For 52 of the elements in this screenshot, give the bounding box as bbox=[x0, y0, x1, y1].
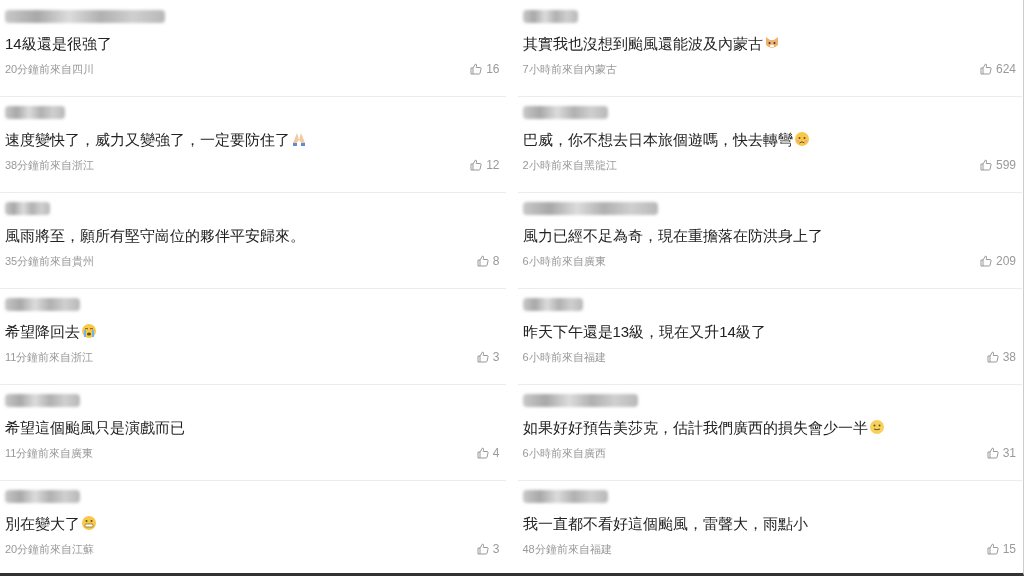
comment-text: 別在變大了 bbox=[5, 515, 80, 532]
comment-meta: 2小時前來自黑龍江 bbox=[522, 157, 617, 173]
comment-meta: 48分鐘前來自福建 bbox=[522, 541, 612, 557]
comment-meta: 6小時前來自廣東 bbox=[522, 253, 606, 269]
blurred-username bbox=[5, 106, 65, 119]
like-button[interactable]: 12 bbox=[470, 156, 500, 174]
thumbs-up-icon bbox=[476, 543, 489, 555]
comment-text: 巴威，你不想去日本旅個遊嗎，快去轉彎 bbox=[522, 131, 793, 148]
blurred-username bbox=[522, 298, 583, 311]
comment-meta: 38分鐘前來自浙江 bbox=[5, 157, 95, 173]
comment-text: 昨天下午還是13級，現在又升14級了 bbox=[522, 323, 766, 340]
thumbs-up-icon bbox=[979, 159, 992, 171]
thumbs-up-icon bbox=[979, 255, 992, 267]
like-button[interactable]: 3 bbox=[476, 540, 500, 558]
comment-meta: 35分鐘前來自貴州 bbox=[5, 253, 95, 269]
like-button[interactable]: 31 bbox=[986, 444, 1016, 462]
comment-text: 希望降回去 bbox=[5, 323, 80, 340]
thumbs-up-icon bbox=[476, 447, 489, 459]
like-button[interactable]: 599 bbox=[979, 156, 1016, 174]
comment-meta: 20分鐘前來自江蘇 bbox=[5, 541, 95, 557]
blurred-username bbox=[5, 202, 50, 215]
thumbs-up-icon bbox=[470, 63, 483, 75]
comment-meta: 20分鐘前來自四川 bbox=[5, 61, 95, 77]
thumbs-up-icon bbox=[476, 351, 489, 363]
comment-meta: 6小時前來自廣西 bbox=[522, 445, 606, 461]
comment-text: 如果好好預告美莎克，估計我們廣西的損失會少一半 bbox=[522, 419, 868, 436]
like-button[interactable]: 38 bbox=[986, 348, 1016, 366]
comment-meta: 11分鐘前來自浙江 bbox=[5, 349, 94, 365]
thumbs-up-icon bbox=[979, 63, 992, 75]
comment-meta: 11分鐘前來自廣東 bbox=[5, 445, 94, 461]
like-button[interactable]: 624 bbox=[979, 60, 1016, 78]
like-button[interactable]: 15 bbox=[986, 540, 1016, 558]
comment-meta: 6小時前來自福建 bbox=[522, 349, 606, 365]
like-button[interactable]: 8 bbox=[476, 252, 500, 270]
comment-text: 風雨將至，願所有堅守崗位的夥伴平安歸來。 bbox=[5, 227, 305, 244]
thumbs-up-icon bbox=[986, 351, 999, 363]
comment-text: 風力已經不足為奇，現在重擔落在防洪身上了 bbox=[522, 227, 823, 244]
thumbs-up-icon bbox=[986, 543, 999, 555]
thumbs-up-icon bbox=[986, 447, 999, 459]
comment-text: 14級還是很強了 bbox=[5, 35, 112, 52]
blurred-username bbox=[522, 10, 578, 23]
comment-text: 我一直都不看好這個颱風，雷聲大，雨點小 bbox=[522, 515, 808, 532]
like-button[interactable]: 3 bbox=[476, 348, 500, 366]
like-button[interactable]: 209 bbox=[979, 252, 1016, 270]
thumbs-up-icon bbox=[476, 255, 489, 267]
thumbs-up-icon bbox=[470, 159, 483, 171]
comment-text: 其實我也沒想到颱風還能波及內蒙古 bbox=[522, 35, 763, 52]
comment-text: 速度變快了，威力又變強了，一定要防住了 bbox=[5, 131, 290, 148]
like-button[interactable]: 16 bbox=[470, 60, 500, 78]
comment-meta: 7小時前來自內蒙古 bbox=[522, 61, 617, 77]
like-button[interactable]: 4 bbox=[476, 444, 500, 462]
comment-text: 希望這個颱風只是演戲而已 bbox=[5, 419, 185, 436]
